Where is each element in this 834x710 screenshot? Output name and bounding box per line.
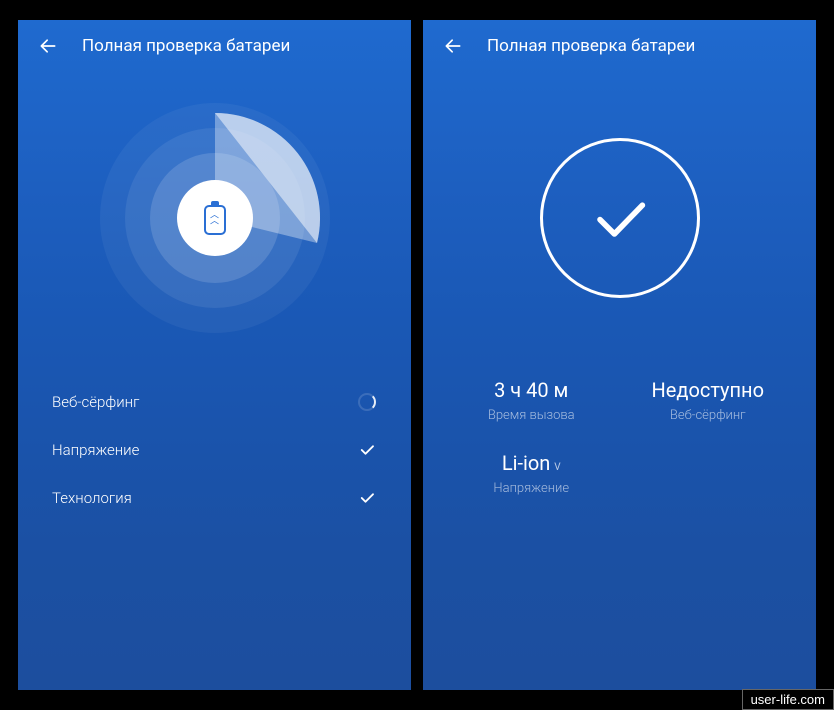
- watermark: user-life.com: [742, 689, 834, 710]
- check-icon: [357, 440, 377, 460]
- page-title: Полная проверка батареи: [82, 36, 290, 56]
- list-item-label: Технология: [52, 489, 132, 507]
- stat-label: Веб-сёрфинг: [624, 408, 793, 423]
- stat-web-surfing: Недоступно Веб-сёрфинг: [620, 368, 797, 441]
- check-icon: [357, 488, 377, 508]
- screen-scanning: Полная проверка батареи ︿︿: [18, 20, 411, 690]
- stat-call-time: 3 ч 40 м Время вызова: [443, 368, 620, 441]
- stat-value: 3 ч 40 м: [447, 378, 616, 402]
- stat-label: Время вызова: [447, 408, 616, 423]
- scan-animation: ︿︿: [18, 78, 411, 358]
- header: Полная проверка батареи: [423, 20, 816, 68]
- page-title: Полная проверка батареи: [487, 36, 695, 56]
- back-icon[interactable]: [38, 36, 58, 56]
- list-item: Напряжение: [52, 426, 377, 474]
- stat-label: Напряжение: [447, 481, 616, 496]
- list-item: Технология: [52, 474, 377, 522]
- checkmark-icon: [540, 138, 700, 298]
- stat-value: Недоступно: [624, 378, 793, 402]
- loading-icon: [357, 392, 377, 412]
- header: Полная проверка батареи: [18, 20, 411, 68]
- scan-list: Веб-сёрфинг Напряжение Технология: [18, 358, 411, 522]
- list-item-label: Напряжение: [52, 441, 139, 459]
- stat-value: Li-ion V: [447, 451, 616, 475]
- screen-complete: Полная проверка батареи 3 ч 40 м Время в…: [423, 20, 816, 690]
- list-item: Веб-сёрфинг: [52, 378, 377, 426]
- complete-indicator: [423, 78, 816, 358]
- stats-grid: 3 ч 40 м Время вызова Недоступно Веб-сёр…: [423, 358, 816, 514]
- list-item-label: Веб-сёрфинг: [52, 393, 139, 411]
- back-icon[interactable]: [443, 36, 463, 56]
- battery-icon: ︿︿: [177, 180, 253, 256]
- stat-voltage: Li-ion V Напряжение: [443, 441, 620, 514]
